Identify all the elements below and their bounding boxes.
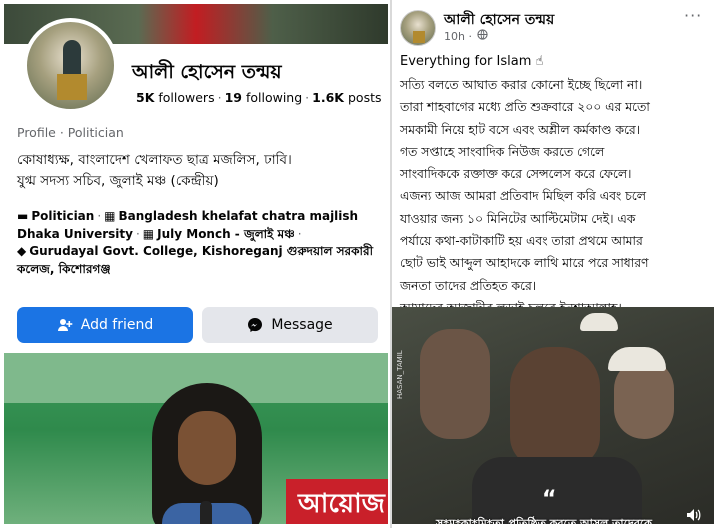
separator-dot: · (464, 29, 472, 43)
video-subtitle: স*ম*কা*মি*তা প্রতিষ্ঠিত করতে আসল তাদেরকে (436, 517, 652, 524)
post-video[interactable]: HASAN_TAMIL “ স*ম*কা*মি*তা প্রতিষ্ঠিত কর… (392, 307, 714, 524)
detail-work-2[interactable]: July Monch - জুলাই মঞ্চ (157, 227, 295, 241)
post-author-avatar[interactable] (400, 10, 436, 46)
post-time[interactable]: 10h (444, 30, 465, 43)
separator-dot: · (135, 226, 140, 241)
separator-dot: · (305, 90, 310, 105)
following-count[interactable]: 19 (225, 90, 242, 105)
video-shirt (472, 457, 642, 524)
separator-dot: · (297, 226, 302, 241)
followers-label[interactable]: followers (158, 90, 214, 105)
photo-person (152, 383, 262, 524)
person-face (178, 411, 236, 485)
building-icon: ▦ (104, 209, 116, 223)
posts-count: 1.6K (312, 90, 344, 105)
briefcase-icon: ▬ (17, 209, 29, 223)
profile-picture-podium (57, 74, 87, 100)
profile-details: ▬ Politician · ▦ Bangladesh khelafat chatra … (17, 208, 383, 278)
profile-bio: কোষাধ্যক্ষ, বাংলাদেশ খেলাফত ছাত্র মজলিস,… (17, 150, 383, 192)
post-line: এজন্য আজ আমরা প্রতিবাদ মিছিল করি এবং চলে (400, 189, 646, 204)
video-person (420, 329, 490, 439)
speaker-icon[interactable] (686, 507, 702, 524)
post-panel: আলী হোসেন তন্ময় 10h · ··· Everything fo… (392, 4, 714, 524)
followers-count[interactable]: 5K (136, 90, 154, 105)
profile-picture-figure (63, 40, 81, 76)
video-cap (608, 347, 666, 371)
add-friend-label: Add friend (80, 317, 154, 333)
video-watermark: HASAN_TAMIL (396, 350, 404, 399)
user-plus-icon (57, 317, 73, 333)
graduation-cap-icon: ◆ (17, 244, 27, 258)
post-line: পর্যায়ে কথা-কাটাকাটি হয় এবং তারা প্রথম… (400, 234, 643, 249)
bio-line: কোষাধ্যক্ষ, বাংলাদেশ খেলাফত ছাত্র মজলিস,… (17, 152, 292, 168)
post-title: Everything for Islam ☝ (400, 54, 544, 69)
post-line: যাওয়ার জন্য ১০ মিনিটের আল্টিমেটাম দেই। … (400, 211, 636, 226)
detail-politician: Politician (31, 209, 95, 223)
video-person (614, 359, 674, 439)
detail-school[interactable]: Gurudayal Govt. College, Kishoreganj গুর… (17, 244, 373, 276)
post-line: ছোট ভাই আব্দুল আহাদকে লাথি মারে পরে সাধা… (400, 256, 649, 271)
message-button[interactable]: Message (202, 307, 378, 343)
building-icon: ▦ (142, 226, 155, 241)
post-line: সত্যি বলতে আঘাত করার কোনো ইচ্ছে ছিলো না। (400, 78, 643, 92)
posts-label: posts (347, 90, 382, 105)
microphone (200, 501, 212, 524)
post-line: গত সপ্তাহে সাংবাদিক নিউজ করতে গেলে (400, 144, 605, 159)
video-cap (580, 313, 618, 331)
add-friend-button[interactable]: Add friend (17, 307, 193, 343)
profile-picture[interactable] (23, 18, 118, 113)
more-options-icon[interactable]: ··· (684, 6, 702, 25)
profile-name[interactable]: আলী হোসেন তন্ময় (132, 58, 282, 90)
post-body: সত্যি বলতে আঘাত করার কোনো ইচ্ছে ছিলো না।… (400, 74, 710, 319)
separator-dot: · (217, 90, 222, 105)
profile-stats: 5K followers · 19 following · 1.6K posts (136, 90, 382, 105)
profile-category: Profile · Politician (17, 125, 124, 140)
profile-panel: আলী হোসেন তন্ময় 5K followers · 19 followi… (4, 4, 388, 524)
avatar-podium (413, 31, 425, 43)
post-line: জনতা তাদের প্রতিহত করে। (400, 278, 537, 293)
post-line: সাংবাদিককে রক্তাক্ত করে সেন্সলেস করে ফেল… (400, 167, 632, 182)
separator-dot: · (97, 209, 102, 223)
post-line: তারা শাহবাগের মধ্যে প্রতি শুক্রবারে ২০০ … (400, 100, 650, 115)
quote-icon: “ (542, 487, 557, 512)
post-meta: 10h · (444, 29, 488, 43)
featured-photo[interactable]: আয়োজ (4, 353, 388, 524)
post-line: সমকামী নিয়ে হাট বসে এবং অশ্লীল কর্মকাণ্… (400, 122, 641, 137)
video-person (510, 347, 600, 467)
globe-icon (477, 29, 488, 43)
following-label[interactable]: following (246, 90, 302, 105)
bio-line: যুগ্ম সদস্য সচিব, জুলাই মঞ্চ (কেন্দ্রীয়… (17, 173, 219, 189)
messenger-icon (247, 317, 263, 333)
photo-banner-text: আয়োজ (286, 479, 388, 524)
message-label: Message (271, 317, 333, 333)
